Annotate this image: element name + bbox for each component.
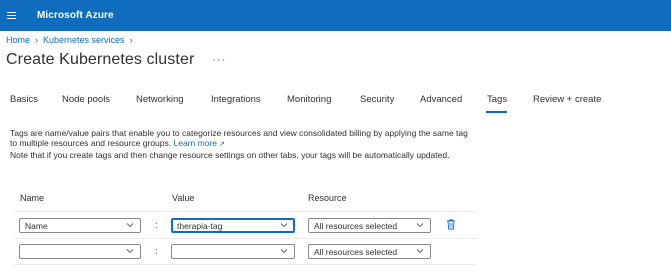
new-tag-resource-dropdown[interactable]: All resources selected <box>308 244 431 259</box>
trash-icon[interactable] <box>446 219 456 230</box>
column-header-name: Name <box>20 193 45 203</box>
chevron-down-icon <box>416 223 424 228</box>
hamburger-icon[interactable] <box>2 0 20 31</box>
chevron-down-icon <box>280 223 288 228</box>
tab-integrations[interactable]: Integrations <box>211 94 261 105</box>
new-tag-value-dropdown[interactable] <box>171 244 295 259</box>
page-title: Create Kubernetes cluster <box>6 51 195 68</box>
tab-bar: Basics Node pools Networking Integration… <box>0 94 671 114</box>
tab-node-pools[interactable]: Node pools <box>62 94 110 105</box>
tag-value-dropdown[interactable]: therapia-tag <box>171 218 295 233</box>
separator-colon: : <box>155 246 158 256</box>
new-tag-resource-value: All resources selected <box>314 246 398 257</box>
chevron-down-icon <box>126 249 134 254</box>
title-row: Create Kubernetes cluster ··· <box>6 51 226 69</box>
chevron-down-icon <box>280 249 288 254</box>
tag-name-value: Name <box>25 220 48 231</box>
breadcrumb-home[interactable]: Home <box>6 35 30 45</box>
description-line-2-wrap: to multiple resources and resource group… <box>10 138 530 150</box>
top-bar: Microsoft Azure <box>0 0 671 31</box>
chevron-down-icon <box>416 249 424 254</box>
new-tag-name-dropdown[interactable] <box>19 244 141 259</box>
tab-advanced[interactable]: Advanced <box>420 94 462 105</box>
tab-review-create[interactable]: Review + create <box>533 94 601 105</box>
chevron-right-icon: › <box>35 35 39 45</box>
more-options-icon[interactable]: ··· <box>212 54 226 66</box>
tag-name-dropdown[interactable]: Name <box>19 218 141 233</box>
tag-value-value: therapia-tag <box>177 220 223 231</box>
learn-more-link[interactable]: Learn more <box>174 138 217 148</box>
tab-security[interactable]: Security <box>360 94 394 105</box>
active-tab-indicator <box>486 111 507 113</box>
tab-networking[interactable]: Networking <box>136 94 184 105</box>
breadcrumb: Home › Kubernetes services › <box>6 35 138 45</box>
description-line-1: Tags are name/value pairs that enable yo… <box>10 128 468 138</box>
header-divider <box>14 211 476 212</box>
external-link-icon: ↗ <box>218 141 225 148</box>
column-header-value: Value <box>172 193 195 203</box>
brand-name[interactable]: Microsoft Azure <box>37 10 114 21</box>
tab-basics[interactable]: Basics <box>10 94 38 105</box>
description-line-3: Note that if you create tags and then ch… <box>10 150 450 160</box>
tab-tags[interactable]: Tags <box>487 94 507 105</box>
column-header-resource: Resource <box>308 193 347 203</box>
tag-resource-dropdown[interactable]: All resources selected <box>308 218 431 233</box>
row-divider <box>14 238 476 239</box>
separator-colon: : <box>155 220 158 230</box>
description-line-2: to multiple resources and resource group… <box>10 138 172 148</box>
chevron-right-icon: › <box>129 35 133 45</box>
chevron-down-icon <box>126 223 134 228</box>
tag-resource-value: All resources selected <box>314 220 398 231</box>
row-divider <box>14 264 476 265</box>
breadcrumb-kubernetes-services[interactable]: Kubernetes services <box>43 35 125 45</box>
tags-description: Tags are name/value pairs that enable yo… <box>10 128 530 160</box>
tab-monitoring[interactable]: Monitoring <box>287 94 331 105</box>
